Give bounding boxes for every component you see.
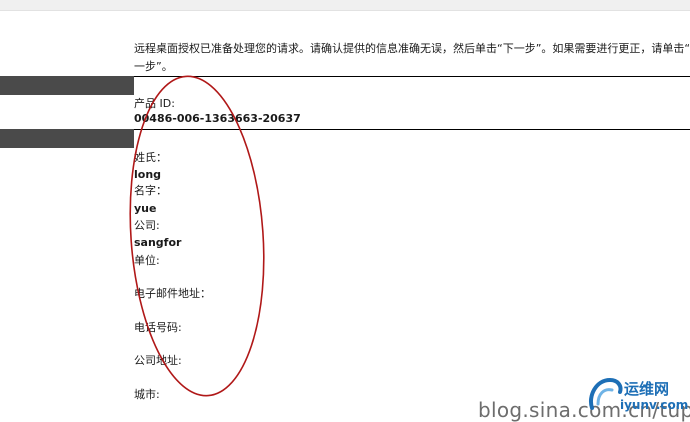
confirmation-message-line-1: 远程桌面授权已准备处理您的请求。请确认提供的信息准确无误，然后单击“下一步”。如… bbox=[134, 42, 690, 55]
product-id-value: 00486-006-1363663-20637 bbox=[134, 112, 301, 125]
confirmation-message: 远程桌面授权已准备处理您的请求。请确认提供的信息准确无误，然后单击“下一步”。如… bbox=[134, 40, 690, 76]
given-name-label: 名字： bbox=[134, 184, 167, 197]
sidebar-bar-lower bbox=[0, 129, 134, 148]
sidebar-bar-upper bbox=[0, 76, 134, 95]
logo-title: 运维网 bbox=[624, 380, 670, 398]
divider-middle bbox=[134, 129, 690, 130]
email-label: 电子邮件地址： bbox=[134, 287, 211, 300]
surname-label: 姓氏： bbox=[134, 151, 167, 164]
surname-value: long bbox=[134, 168, 162, 181]
product-id-label: 产品 ID: bbox=[134, 97, 175, 110]
company-address-label: 公司地址: bbox=[134, 354, 182, 367]
phone-label: 电话号码: bbox=[134, 321, 182, 334]
company-label: 公司: bbox=[134, 219, 160, 232]
confirmation-message-line-2: 一步”。 bbox=[134, 60, 173, 73]
department-label: 单位: bbox=[134, 254, 160, 267]
logo-url: iyunv.com bbox=[620, 398, 689, 412]
divider-top bbox=[134, 76, 690, 77]
window-top-bar bbox=[0, 0, 690, 11]
city-label: 城市: bbox=[134, 388, 160, 401]
given-name-value: yue bbox=[134, 202, 157, 215]
company-value: sangfor bbox=[134, 236, 182, 249]
site-logo: 运维网 iyunv.com bbox=[584, 370, 690, 422]
